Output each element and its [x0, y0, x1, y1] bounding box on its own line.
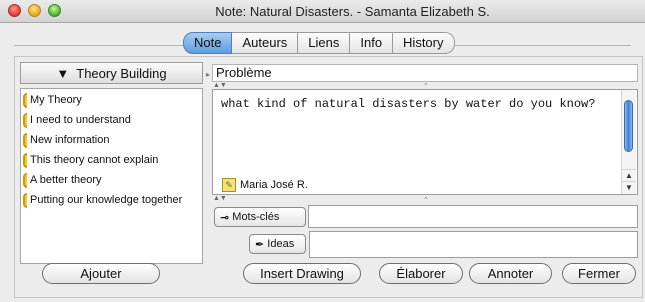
splitter-handle[interactable]: ▸ — [206, 70, 210, 79]
scaffold-bracket-icon — [23, 152, 27, 168]
scaffold-item[interactable]: A better theory — [21, 170, 102, 190]
key-icon: ⊸ — [220, 211, 230, 224]
scaffold-bracket-icon — [23, 132, 27, 148]
note-window: Note: Natural Disasters. - Samanta Eliza… — [0, 0, 645, 302]
note-body[interactable]: what kind of natural disasters by water … — [212, 89, 638, 195]
scaffold-bracket-icon — [23, 92, 27, 108]
scrollbar-thumb[interactable] — [624, 100, 633, 152]
author-avatar-icon: ✎ — [222, 178, 236, 192]
elaborer-button[interactable]: Élaborer — [379, 263, 463, 284]
insert-drawing-button[interactable]: Insert Drawing — [243, 263, 361, 284]
scaffold-bracket-icon — [23, 172, 27, 188]
scaffold-item[interactable]: Putting our knowledge together — [21, 190, 182, 210]
keywords-button[interactable]: ⊸ Mots-clés — [214, 207, 306, 227]
scaffold-item-label: New information — [30, 134, 110, 146]
scaffold-item-label: I need to understand — [30, 114, 131, 126]
ideas-button[interactable]: ✒ Ideas — [249, 234, 306, 254]
resize-handle-icon[interactable]: ⌃ — [423, 196, 429, 204]
tab-info[interactable]: Info — [350, 32, 394, 54]
keywords-field[interactable] — [308, 205, 638, 228]
tab-bar: Note Auteurs Liens Info History — [183, 32, 455, 54]
scaffold-item[interactable]: I need to understand — [21, 110, 131, 130]
author-name: Maria José R. — [240, 179, 308, 191]
scaffold-list: My Theory I need to understand New infor… — [20, 88, 203, 264]
note-title-field[interactable]: Problème — [212, 64, 638, 82]
tab-note[interactable]: Note — [183, 32, 233, 54]
scaffold-item[interactable]: New information — [21, 130, 109, 150]
note-scrollbar[interactable]: ▲ ▼ — [621, 90, 636, 194]
scaffold-panel: ▼ Theory Building My Theory I need to un… — [20, 62, 203, 290]
scaffold-item-label: My Theory — [30, 94, 82, 106]
title-bar: Note: Natural Disasters. - Samanta Eliza… — [0, 0, 645, 23]
keywords-button-label: Mots-clés — [232, 211, 280, 223]
scaffold-item[interactable]: My Theory — [21, 90, 82, 110]
triangle-down-icon: ▼ — [56, 66, 70, 81]
scaffold-item[interactable]: This theory cannot explain — [21, 150, 158, 170]
note-author: ✎ Maria José R. — [222, 178, 308, 192]
ideas-field[interactable] — [309, 231, 638, 258]
fermer-button[interactable]: Fermer — [562, 263, 636, 284]
tab-liens[interactable]: Liens — [298, 32, 351, 54]
scaffold-item-label: A better theory — [30, 174, 102, 186]
note-body-text: what kind of natural disasters by water … — [221, 97, 596, 111]
resize-arrows-icon[interactable]: ▲▼ — [213, 195, 227, 202]
tab-auteurs[interactable]: Auteurs — [232, 32, 299, 54]
scaffold-item-label: Putting our knowledge together — [30, 194, 183, 206]
scaffold-bracket-icon — [23, 192, 27, 208]
scaffold-bracket-icon — [23, 112, 27, 128]
scaffold-selector-label: Theory Building — [76, 66, 167, 81]
scaffold-selector[interactable]: ▼ Theory Building — [20, 62, 203, 84]
scaffold-item-label: This theory cannot explain — [30, 154, 159, 166]
add-button[interactable]: Ajouter — [42, 263, 160, 284]
tab-history[interactable]: History — [393, 32, 455, 54]
window-title: Note: Natural Disasters. - Samanta Eliza… — [215, 4, 490, 19]
ideas-button-label: Ideas — [267, 238, 295, 250]
annoter-button[interactable]: Annoter — [469, 263, 552, 284]
scroll-down-arrow-icon[interactable]: ▼ — [622, 181, 636, 194]
pen-icon: ✒ — [255, 238, 265, 251]
resize-arrows-icon[interactable]: ▲▼ — [213, 82, 227, 89]
